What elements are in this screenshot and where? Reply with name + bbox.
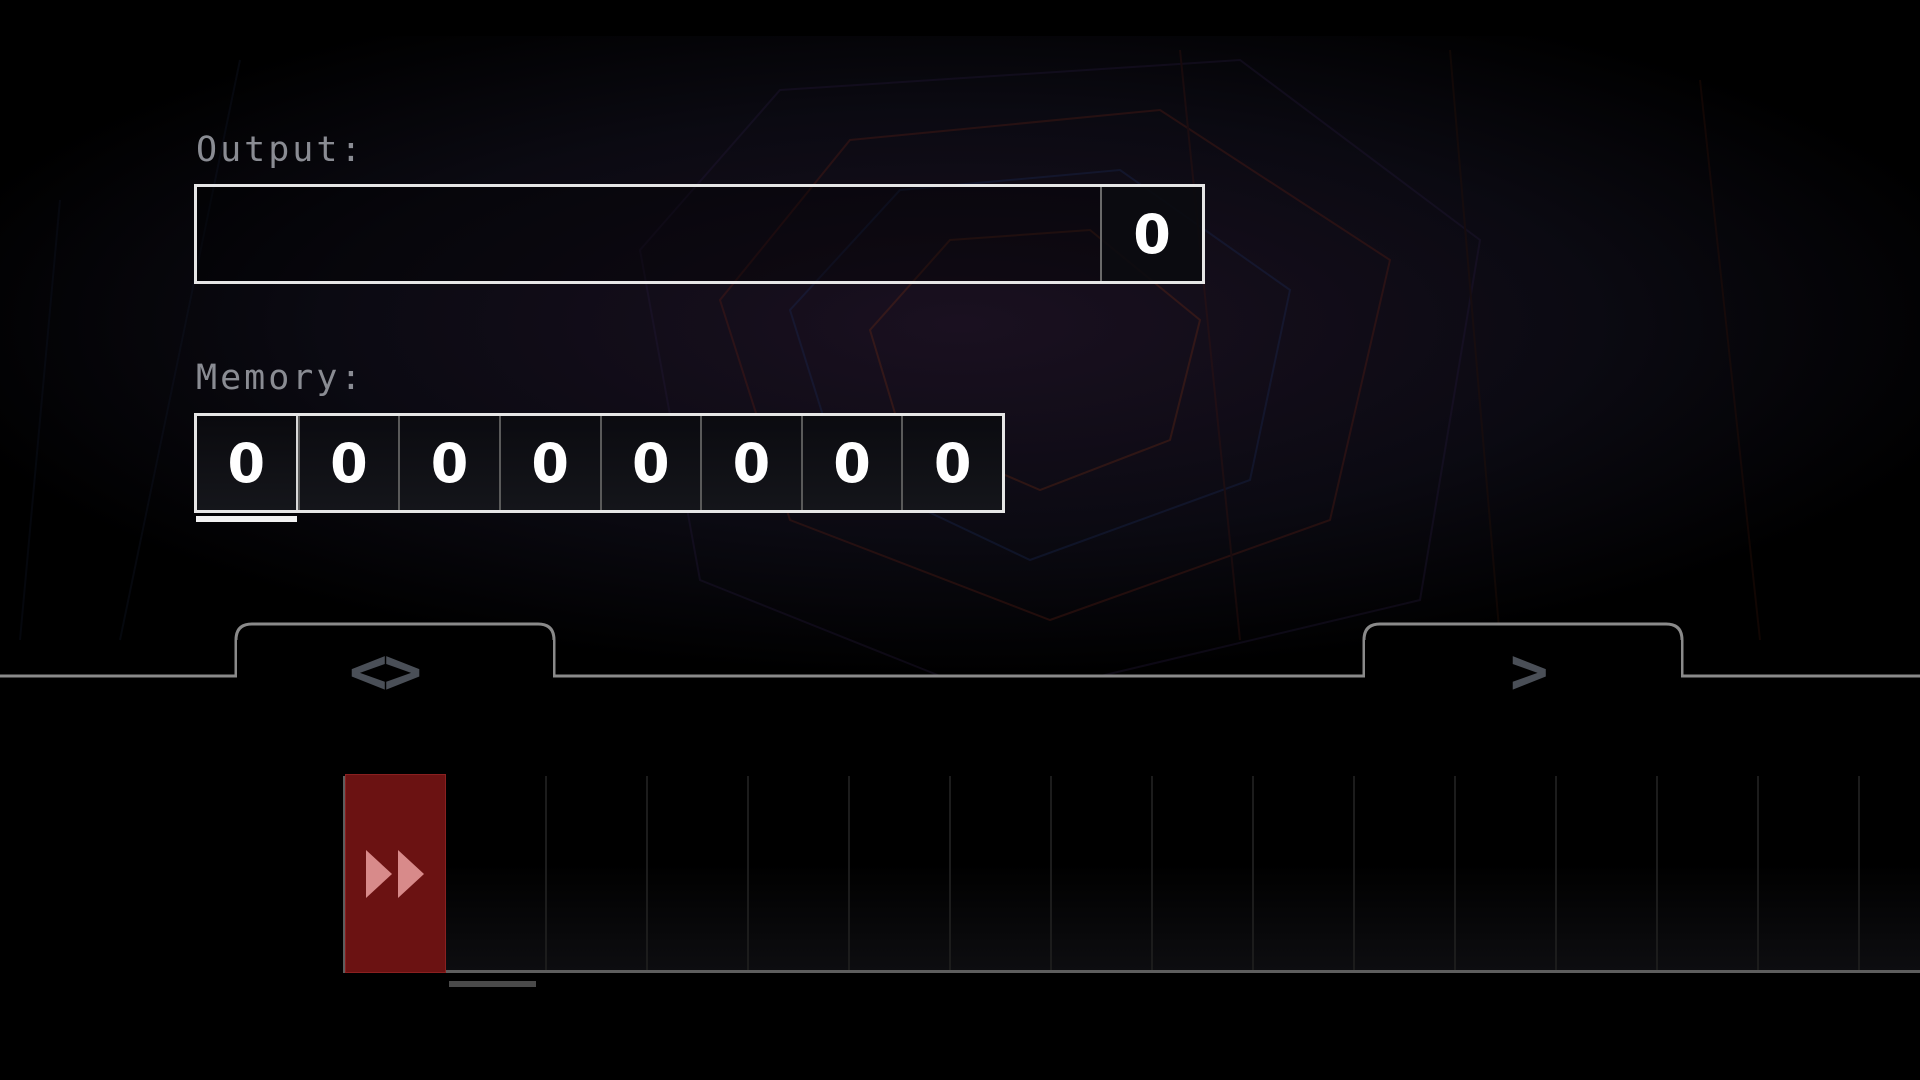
- game-screen: Output: 0 Memory: 0 0 0 0 0 0 0 0 <> >: [0, 0, 1920, 1080]
- command-cell-fast-forward[interactable]: [345, 774, 446, 973]
- program-cell[interactable]: [1254, 776, 1355, 970]
- program-cell[interactable]: [547, 776, 648, 970]
- code-tab-icon[interactable]: <>: [349, 640, 422, 704]
- fast-forward-icon: [365, 849, 424, 898]
- program-cell[interactable]: [1355, 776, 1456, 970]
- program-cell[interactable]: [850, 776, 951, 970]
- program-cell[interactable]: [648, 776, 749, 970]
- program-cell[interactable]: [1456, 776, 1557, 970]
- program-cell[interactable]: [749, 776, 850, 970]
- program-cell[interactable]: [1557, 776, 1658, 970]
- program-cell[interactable]: [1052, 776, 1153, 970]
- run-tab-icon[interactable]: >: [1510, 640, 1549, 704]
- program-cell[interactable]: [951, 776, 1052, 970]
- program-cell[interactable]: [1658, 776, 1759, 970]
- program-tape[interactable]: [343, 774, 1920, 973]
- program-cell[interactable]: [446, 776, 547, 970]
- program-cell[interactable]: [1860, 776, 1920, 970]
- instruction-pointer: [449, 981, 536, 987]
- program-cell[interactable]: [1153, 776, 1254, 970]
- program-cell[interactable]: [1759, 776, 1860, 970]
